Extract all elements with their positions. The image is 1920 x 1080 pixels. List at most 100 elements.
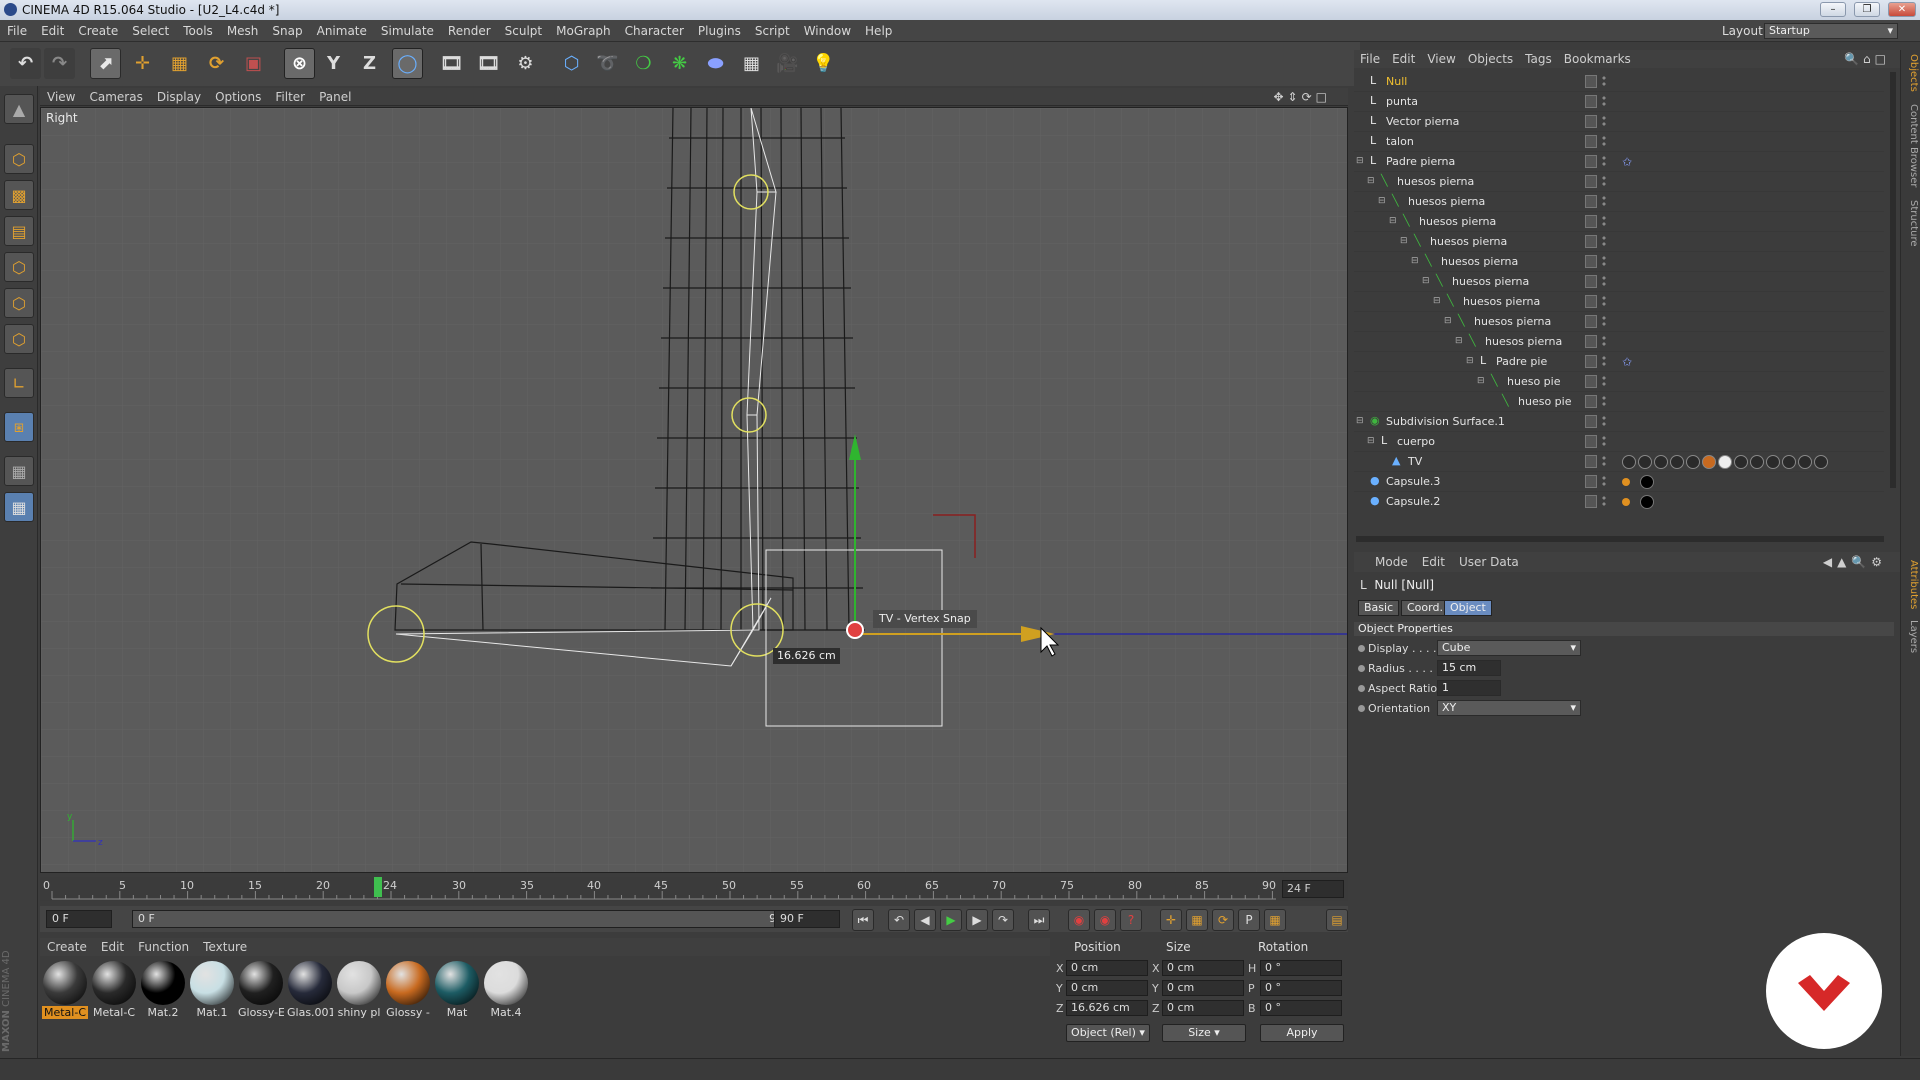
pos-z-field[interactable]: 16.626 cm	[1066, 1000, 1148, 1016]
object-row[interactable]: L Null	[1354, 72, 1884, 92]
redo-icon[interactable]: ↷	[44, 48, 75, 79]
make-editable-icon[interactable]: ▲	[4, 94, 34, 124]
key-position-icon[interactable]: ✛	[1160, 909, 1182, 931]
material-tag-icon[interactable]	[1798, 455, 1812, 469]
layer-visibility-icon[interactable]	[1585, 235, 1597, 248]
frame-range-slider[interactable]: 0 F 90 F	[132, 910, 808, 928]
object-row[interactable]: ⊟ Lcuerpo	[1354, 432, 1884, 452]
material-menu-edit[interactable]: Edit	[94, 938, 131, 956]
layer-visibility-icon[interactable]	[1585, 355, 1597, 368]
object-row[interactable]: ⊟ ╲ huesos pierna	[1354, 232, 1884, 252]
object-name[interactable]: Subdivision Surface.1	[1386, 415, 1505, 428]
recent-tools-icon[interactable]: ▣	[238, 48, 269, 79]
layer-visibility-icon[interactable]	[1585, 95, 1597, 108]
object-row[interactable]: ⊟ ╲ huesos pierna	[1354, 312, 1884, 332]
render-visibility-icon[interactable]	[1602, 355, 1606, 368]
attribute-nav-icons[interactable]: ◀▲🔍⚙	[1816, 552, 1894, 572]
menu-render[interactable]: Render	[441, 20, 498, 42]
orientation-select[interactable]: XY ▾	[1437, 700, 1581, 716]
layer-visibility-icon[interactable]	[1585, 295, 1597, 308]
object-name[interactable]: huesos pierna	[1452, 275, 1529, 288]
material-tag-icon[interactable]	[1640, 475, 1654, 489]
object-row[interactable]: ⊟ ◉ Subdivision Surface.1	[1354, 412, 1884, 432]
render-visibility-icon[interactable]	[1602, 335, 1606, 348]
animation-dot[interactable]	[1358, 705, 1365, 712]
object-name[interactable]: Padre pierna	[1386, 155, 1455, 168]
ik-tag-icon[interactable]: ✩	[1622, 355, 1636, 369]
maximize-button[interactable]: ❐	[1854, 2, 1880, 17]
layer-visibility-icon[interactable]	[1585, 75, 1597, 88]
layer-visibility-icon[interactable]	[1585, 175, 1597, 188]
object-menu-file[interactable]: File	[1354, 50, 1386, 68]
key-pla-icon[interactable]: ▦	[1264, 909, 1286, 931]
expand-toggle-icon[interactable]: ⊟	[1422, 276, 1434, 288]
workplane-icon[interactable]: ▤	[4, 216, 34, 246]
layer-visibility-icon[interactable]	[1585, 135, 1597, 148]
expand-toggle-icon[interactable]: ⊟	[1400, 236, 1412, 248]
render-visibility-icon[interactable]	[1602, 295, 1606, 308]
object-row[interactable]: ▲ TV	[1354, 452, 1884, 472]
object-row[interactable]: ⊟ L Padre pierna ✩	[1354, 152, 1884, 172]
object-name[interactable]: Capsule.2	[1386, 495, 1440, 508]
expand-toggle-icon[interactable]: ⊟	[1477, 376, 1489, 388]
cube-primitive-icon[interactable]: ⬡	[556, 48, 587, 79]
object-row[interactable]: Ltalon	[1354, 132, 1884, 152]
object-name[interactable]: Padre pie	[1496, 355, 1547, 368]
next-frame-icon[interactable]: ▶	[966, 909, 988, 931]
viewport-menu-cameras[interactable]: Cameras	[82, 88, 149, 106]
object-name[interactable]: hueso pie	[1518, 395, 1571, 408]
go-to-start-icon[interactable]: ⏮	[852, 909, 874, 931]
render-visibility-icon[interactable]	[1602, 435, 1606, 448]
object-menu-objects[interactable]: Objects	[1462, 50, 1519, 68]
object-row[interactable]: Lpunta	[1354, 92, 1884, 112]
object-row[interactable]: ╲ hueso pie	[1354, 392, 1884, 412]
layer-visibility-icon[interactable]	[1585, 375, 1597, 388]
expand-toggle-icon[interactable]: ⊟	[1455, 336, 1467, 348]
menu-edit[interactable]: Edit	[34, 20, 71, 42]
object-row[interactable]: ● Capsule.2	[1354, 492, 1884, 510]
timeline-ruler[interactable]: 0 5 10 15 20 24 30 35 40 45 50 55 60 65 …	[40, 877, 1348, 901]
material-menu-create[interactable]: Create	[40, 938, 94, 956]
material-tag-icon[interactable]	[1766, 455, 1780, 469]
object-name[interactable]: punta	[1386, 95, 1418, 108]
layer-visibility-icon[interactable]	[1585, 455, 1597, 468]
undo-icon[interactable]: ↶	[10, 48, 41, 79]
layer-visibility-icon[interactable]	[1585, 215, 1597, 228]
keyframe-selection-icon[interactable]: ?	[1120, 909, 1142, 931]
material-tag-icon[interactable]	[1750, 455, 1764, 469]
menu-character[interactable]: Character	[618, 20, 691, 42]
pos-y-field[interactable]: 0 cm	[1066, 980, 1148, 996]
key-parameter-icon[interactable]: P	[1238, 909, 1260, 931]
viewport-nav-icons[interactable]: ✥⇕⟳□	[1266, 88, 1338, 106]
layer-visibility-icon[interactable]	[1585, 275, 1597, 288]
material-tag-icon[interactable]	[1718, 455, 1732, 469]
menu-help[interactable]: Help	[858, 20, 899, 42]
prev-key-icon[interactable]: ↶	[888, 909, 910, 931]
object-row[interactable]: ⊟ ╲ huesos pierna	[1354, 212, 1884, 232]
material-tag-icon[interactable]	[1622, 455, 1636, 469]
animation-dot[interactable]	[1358, 665, 1365, 672]
layer-visibility-icon[interactable]	[1585, 315, 1597, 328]
viewport-menu-panel[interactable]: Panel	[312, 88, 358, 106]
rotate-tool-icon[interactable]: ⟳	[201, 48, 232, 79]
object-row[interactable]: ⊟ ╲ huesos pierna	[1354, 292, 1884, 312]
material-swatch[interactable]: Mat	[434, 960, 480, 1022]
key-scale-icon[interactable]: ▦	[1186, 909, 1208, 931]
expand-toggle-icon[interactable]: ⊟	[1356, 156, 1368, 168]
material-tag-icon[interactable]	[1702, 455, 1716, 469]
object-name[interactable]: huesos pierna	[1419, 215, 1496, 228]
layer-visibility-icon[interactable]	[1585, 475, 1597, 488]
attribute-menu-user-data[interactable]: User Data	[1452, 552, 1526, 572]
render-visibility-icon[interactable]	[1602, 415, 1606, 428]
expand-toggle-icon[interactable]: ⊟	[1389, 216, 1401, 228]
menu-tools[interactable]: Tools	[176, 20, 220, 42]
menu-file[interactable]: File	[0, 20, 34, 42]
timeline-window-icon[interactable]: ▤	[1326, 909, 1348, 931]
menu-select[interactable]: Select	[125, 20, 176, 42]
planar-workplane-icon[interactable]: ▦	[4, 492, 34, 522]
edges-mode-icon[interactable]: ⬡	[4, 288, 34, 318]
material-tag-icon[interactable]	[1654, 455, 1668, 469]
render-visibility-icon[interactable]	[1602, 495, 1606, 508]
tab-coord[interactable]: Coord.	[1401, 600, 1449, 616]
render-visibility-icon[interactable]	[1602, 195, 1606, 208]
